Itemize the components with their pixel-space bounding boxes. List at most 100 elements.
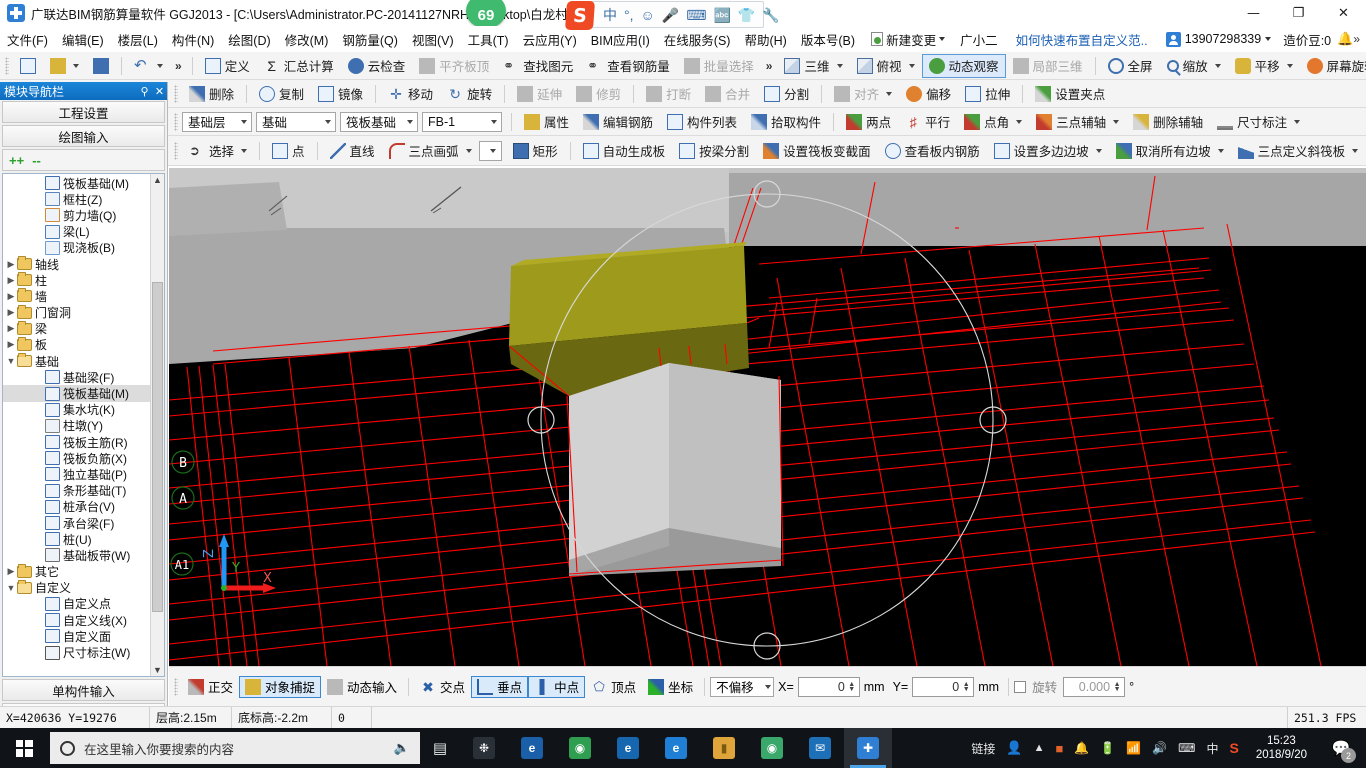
menu-file[interactable]: 文件(F) <box>0 27 55 52</box>
toolbar1-overflow[interactable]: » <box>170 57 187 75</box>
tree-scrollbar[interactable]: ▲ ▼ <box>150 174 164 676</box>
ime-keyboard-icon[interactable]: ⌨ <box>686 8 706 22</box>
close-button[interactable]: ✕ <box>1321 0 1366 26</box>
tool-member-list[interactable]: 构件列表 <box>660 110 744 134</box>
chevron-right-icon[interactable]: ▶ <box>5 259 17 270</box>
ime-cn-icon[interactable]: 中 <box>1206 740 1218 757</box>
taskbar-app-edge-legacy[interactable]: e <box>508 728 556 768</box>
tool-set-raft-section[interactable]: 设置筏板变截面 <box>756 139 878 163</box>
sogou-tray-icon[interactable]: S <box>1229 740 1238 756</box>
open-file-button[interactable] <box>43 54 86 78</box>
tool-trim[interactable]: 修剪 <box>569 82 628 106</box>
chevron-right-icon[interactable]: ▶ <box>5 307 17 318</box>
tool-point-angle-axis[interactable]: 点角 <box>957 110 1029 134</box>
toolbar-grip[interactable] <box>5 56 9 75</box>
chevron-down-icon[interactable] <box>324 119 331 124</box>
tree-item[interactable]: ▶ 墙 <box>3 288 150 304</box>
tool-two-point-axis[interactable]: 两点 <box>839 110 898 134</box>
toggle-dynamic-input[interactable]: 动态输入 <box>321 676 403 698</box>
ime-punct-icon[interactable]: °, <box>624 8 634 22</box>
x-input[interactable]: 0 ▲ ▼ <box>797 676 860 697</box>
microphone-icon[interactable]: 🔈 <box>394 740 410 756</box>
ime-lang-icon[interactable]: 中 <box>603 8 617 22</box>
ime-handwrite-icon[interactable]: 🔤 <box>713 8 730 22</box>
toolbar-grip[interactable] <box>174 112 178 131</box>
sogou-logo-icon[interactable]: S <box>564 1 596 30</box>
chevron-down-icon[interactable] <box>1217 148 1224 153</box>
tool-summary-calc[interactable]: Σ 汇总计算 <box>257 54 341 78</box>
tool-set-poly-slope[interactable]: 设置多边边坡 <box>987 139 1109 163</box>
chevron-down-icon[interactable] <box>73 63 79 68</box>
nav-button-draw-input[interactable]: 绘图输入 <box>2 125 165 147</box>
tool-cancel-slope[interactable]: 取消所有边坡 <box>1109 139 1231 163</box>
tool-find-element[interactable]: ⚭ 查找图元 <box>496 54 580 78</box>
chevron-down-icon[interactable] <box>1352 148 1359 153</box>
tree-item[interactable]: 集水坑(K) <box>3 402 150 418</box>
taskbar-app-ie[interactable]: e <box>652 728 700 768</box>
taskbar-app-chrome[interactable]: ◉ <box>556 728 604 768</box>
member-select[interactable]: FB-1 <box>422 111 502 132</box>
volume-icon[interactable]: 🔊 <box>1152 741 1167 755</box>
ime-skin-icon[interactable]: 👕 <box>738 8 755 22</box>
member-type-select[interactable]: 筏板基础 <box>340 111 418 132</box>
tool-move[interactable]: ✛ 移动 <box>381 82 440 106</box>
rotate-spinner[interactable]: ▲ ▼ <box>1112 681 1122 693</box>
chevron-down-icon[interactable] <box>465 148 472 153</box>
tool-extend[interactable]: 延伸 <box>510 82 569 106</box>
tool-line[interactable]: 直线 <box>323 139 382 163</box>
sogou-ime-toolbar[interactable]: S 中 °, ☺ 🎤 ⌨ 🔤 👕 🔧 <box>564 1 780 30</box>
ime-tools-icon[interactable]: 🔧 <box>762 8 779 22</box>
tool-3d-view[interactable]: 三维 <box>777 54 849 78</box>
tool-three-point-arc[interactable]: 三点画弧 <box>382 139 479 163</box>
tool-three-point-slope-raft[interactable]: 三点定义斜筏板 <box>1231 139 1366 163</box>
taskbar-app-browser[interactable]: ◉ <box>748 728 796 768</box>
tree-item[interactable]: ▶ 其它 <box>3 563 150 580</box>
chevron-down-icon[interactable] <box>1113 119 1120 124</box>
tool-align-slab-top[interactable]: 平齐板顶 <box>412 54 496 78</box>
scroll-thumb[interactable] <box>152 282 163 612</box>
tree-item[interactable]: 桩承台(V) <box>3 499 150 515</box>
tool-split-by-beam[interactable]: 按梁分割 <box>672 139 756 163</box>
menu-modify[interactable]: 修改(M) <box>278 27 336 52</box>
menu-tools[interactable]: 工具(T) <box>461 27 516 52</box>
tool-dimension[interactable]: 尺寸标注 <box>1210 110 1307 134</box>
tree-item[interactable]: 筏板负筋(X) <box>3 450 150 466</box>
tree-item[interactable]: 剪力墙(Q) <box>3 207 150 223</box>
menu-view[interactable]: 视图(V) <box>405 27 461 52</box>
snap-perpendicular[interactable]: 垂点 <box>471 675 529 698</box>
taskbar-app-cortana[interactable]: ❉ <box>460 728 508 768</box>
snap-intersection[interactable]: ✖ 交点 <box>414 676 471 698</box>
tool-view-slab-rebar[interactable]: 查看板内钢筋 <box>878 139 987 163</box>
taskbar-app-edge[interactable]: e <box>604 728 652 768</box>
tree-item[interactable]: 框柱(Z) <box>3 191 150 207</box>
chevron-down-icon[interactable] <box>908 63 915 68</box>
snap-coordinate[interactable]: 坐标 <box>642 676 699 698</box>
tool-partial-3d[interactable]: 局部三维 <box>1006 54 1090 78</box>
chevron-down-icon[interactable] <box>1016 119 1023 124</box>
toggle-ortho[interactable]: 正交 <box>182 676 239 698</box>
chevron-down-icon[interactable] <box>1294 119 1301 124</box>
chevron-down-icon[interactable] <box>1214 63 1221 68</box>
draw-mode-select[interactable] <box>478 140 502 161</box>
tool-cloud-check[interactable]: 云检查 <box>341 54 413 78</box>
menu-member[interactable]: 构件(N) <box>165 27 221 52</box>
rotate-input[interactable]: 0.000 ▲ ▼ <box>1063 676 1126 697</box>
tool-select[interactable]: ➲ 选择 <box>182 139 254 163</box>
snap-vertex[interactable]: ⬠ 顶点 <box>585 676 642 698</box>
bell-icon[interactable]: 🔔 <box>1337 31 1353 47</box>
tool-rectangle[interactable]: 矩形 <box>506 139 565 163</box>
account-phone[interactable]: 13907298339 <box>1160 30 1277 49</box>
expand-all-icon[interactable]: ++ <box>9 154 24 167</box>
tool-define[interactable]: 定义 <box>198 54 257 78</box>
chevron-down-icon[interactable] <box>490 148 497 153</box>
keyboard-icon[interactable]: ⌨ <box>1178 741 1195 755</box>
wifi-icon[interactable]: 📶 <box>1126 741 1141 755</box>
chevron-up-icon[interactable]: ▲ <box>1034 742 1045 754</box>
tool-split[interactable]: 分割 <box>757 82 816 106</box>
tray-link-label[interactable]: 链接 <box>971 740 995 757</box>
chevron-right-icon[interactable]: ▶ <box>5 323 17 334</box>
tool-fullscreen[interactable]: 全屏 <box>1101 54 1160 78</box>
pin-icon[interactable]: ⚲ <box>137 85 152 98</box>
tool-auto-slab[interactable]: 自动生成板 <box>576 139 673 163</box>
tool-zoom[interactable]: 缩放 <box>1160 54 1228 78</box>
